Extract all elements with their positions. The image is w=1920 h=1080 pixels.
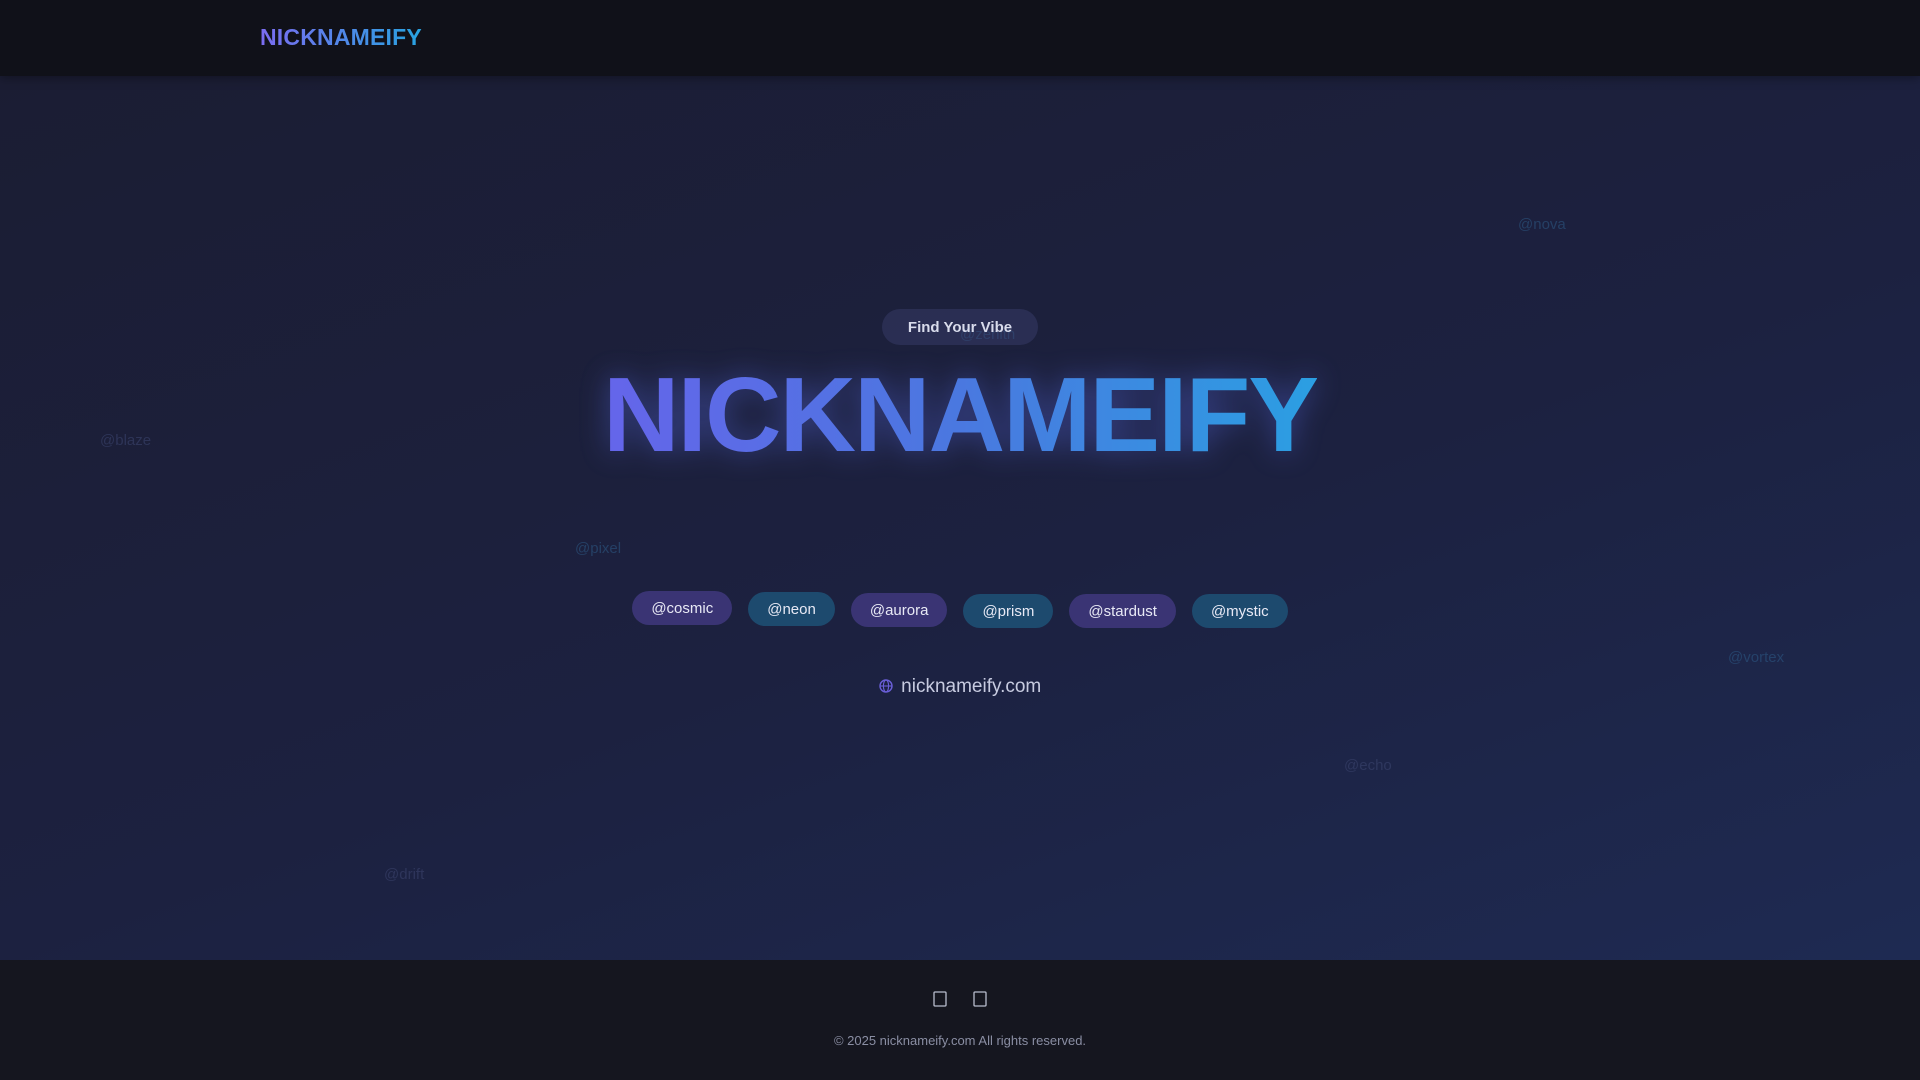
- floating-nickname: @vortex: [1728, 649, 1785, 666]
- nickname-tag[interactable]: @mystic: [1191, 594, 1288, 628]
- floating-nickname: @nova: [1518, 216, 1566, 233]
- nickname-tag[interactable]: @cosmic: [632, 591, 733, 625]
- domain-text: nicknameify.com: [901, 676, 1042, 697]
- social-links: [0, 990, 1920, 1008]
- instagram-icon[interactable]: [972, 990, 988, 1008]
- floating-nickname: @echo: [1344, 757, 1392, 774]
- nickname-tag[interactable]: @stardust: [1069, 594, 1176, 628]
- nickname-tag[interactable]: @aurora: [850, 593, 948, 627]
- x-twitter-icon[interactable]: [932, 990, 948, 1008]
- nickname-tag[interactable]: @neon: [748, 592, 835, 626]
- floating-nickname: @drift: [384, 866, 425, 883]
- tagline-badge: Find Your Vibe: [882, 309, 1038, 345]
- hero-title: NICKNAMEIFY: [602, 356, 1319, 474]
- copyright-text: © 2025 nicknameify.com All rights reserv…: [833, 1033, 1087, 1048]
- nickname-tag[interactable]: @prism: [963, 594, 1054, 628]
- globe-icon: [879, 679, 897, 696]
- hero-section: @nova @zenith @blaze @pixel @vortex @ech…: [0, 76, 1920, 960]
- nickname-tag-list: @cosmic @neon @aurora @prism @stardust @…: [0, 591, 1920, 628]
- domain-link[interactable]: nicknameify.com: [0, 676, 1920, 698]
- site-logo[interactable]: NICKNAMEIFY: [260, 24, 422, 51]
- site-header: NICKNAMEIFY: [0, 0, 1920, 76]
- site-footer: [0, 960, 1920, 1080]
- floating-nickname: @pixel: [575, 540, 622, 557]
